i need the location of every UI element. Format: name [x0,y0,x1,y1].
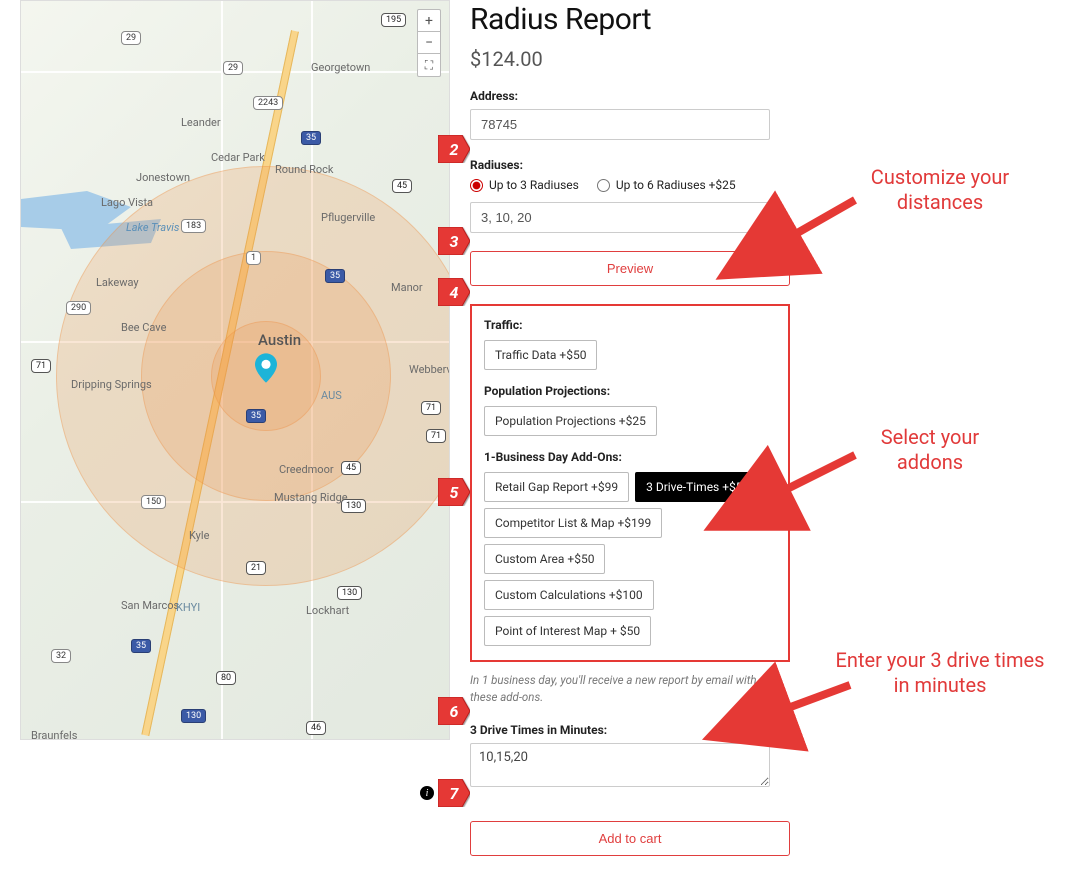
map[interactable]: Austin Georgetown Round Rock Pflugervill… [20,0,450,740]
chip-competitor[interactable]: Competitor List & Map +$199 [484,508,662,538]
map-label: Lockhart [306,604,349,617]
zoom-out-button[interactable]: − [418,32,440,54]
step-badge-5: 5 [438,478,470,506]
annotation-drivetimes: Enter your 3 drive times in minutes [835,648,1045,698]
route-badge: 195 [381,13,406,27]
address-label: Address: [470,89,810,103]
route-badge: 130 [181,709,206,723]
route-badge: 21 [246,561,266,575]
radiuses-opt-3[interactable]: Up to 3 Radiuses [470,178,579,192]
chip-traffic-data[interactable]: Traffic Data +$50 [484,340,597,370]
route-badge: 29 [121,31,141,45]
radiuses-opt-6[interactable]: Up to 6 Radiuses +$25 [597,178,736,192]
radio-label: Up to 6 Radiuses +$25 [616,178,736,192]
map-label: Braunfels [31,729,77,740]
map-zoom-controls: + − ⛶ [417,9,441,77]
route-badge: 45 [341,461,361,475]
map-label: Lake Travis [126,221,179,234]
arrow-icon [760,450,860,514]
map-label: Lago Vista [101,196,153,209]
route-badge: 35 [131,639,151,653]
addons-help-text: In 1 business day, you'll receive a new … [470,672,780,707]
fullscreen-button[interactable]: ⛶ [418,54,440,76]
add-to-cart-button[interactable]: Add to cart [470,821,790,856]
map-label: Dripping Springs [71,378,152,391]
route-badge: 46 [306,721,326,735]
route-badge: 35 [325,269,345,283]
traffic-label: Traffic: [484,318,776,332]
map-pin-icon [255,353,277,383]
step-badge-2: 2 [438,135,470,163]
route-badge: 35 [246,409,266,423]
radiuses-radio-6[interactable] [597,179,610,192]
route-badge: 130 [341,499,366,513]
chip-drive-times[interactable]: 3 Drive-Times +$50 [635,472,760,502]
zoom-in-button[interactable]: + [418,10,440,32]
map-label: Creedmoor [279,463,334,476]
route-badge: 1 [246,251,261,265]
route-badge: 32 [51,649,71,663]
step-badge-6: 6 [438,697,470,725]
route-badge: 150 [141,495,166,509]
step-badge-3: 3 [438,227,470,255]
arrow-icon [765,680,855,734]
route-badge: 71 [426,429,446,443]
route-badge: 45 [392,179,412,193]
page-title: Radius Report [470,2,810,37]
radiuses-input[interactable] [470,202,770,233]
map-label: Cedar Park [211,151,265,164]
chip-retail-gap[interactable]: Retail Gap Report +$99 [484,472,629,502]
addons-label: 1-Business Day Add-Ons: [484,450,776,464]
arrow-icon [770,195,860,259]
drivetimes-input[interactable] [470,743,770,787]
map-label-austin: Austin [258,331,301,349]
route-badge: 80 [216,671,236,685]
map-label: San Marcos [121,599,179,612]
map-label: Bee Cave [121,321,166,334]
map-label: Leander [181,116,221,129]
map-label: Georgetown [311,61,370,74]
chip-custom-calc[interactable]: Custom Calculations +$100 [484,580,654,610]
route-badge: 290 [66,301,91,315]
map-label: KHYI [176,601,200,614]
preview-button[interactable]: Preview [470,251,790,286]
route-badge: 130 [337,586,362,600]
step-badge-7: 7 [438,779,470,807]
map-label: Manor [391,281,423,294]
map-label: Pflugerville [321,211,375,224]
step-badge-4: 4 [438,278,470,306]
route-badge: 29 [223,61,243,75]
drivetimes-label: 3 Drive Times in Minutes: [470,723,810,737]
addons-box: Traffic: Traffic Data +$50 Population Pr… [470,304,790,662]
route-badge: 183 [181,219,206,233]
population-label: Population Projections: [484,384,776,398]
radiuses-label: Radiuses: [470,158,810,172]
annotation-addons: Select your addons [850,425,1010,475]
radio-label: Up to 3 Radiuses [489,178,579,192]
route-badge: 2243 [253,96,283,110]
chip-population[interactable]: Population Projections +$25 [484,406,657,436]
map-label: AUS [321,389,342,402]
map-label: Jonestown [136,171,190,184]
map-label: Kyle [189,529,209,542]
chip-poi-map[interactable]: Point of Interest Map + $50 [484,616,651,646]
map-label: Webberville [409,363,450,376]
map-label: Mustang Ridge [274,491,348,504]
annotation-distances: Customize your distances [850,165,1030,215]
route-badge: 71 [421,401,441,415]
address-input[interactable] [470,109,770,140]
radiuses-radio-3[interactable] [470,179,483,192]
route-badge: 71 [31,359,51,373]
route-badge: 35 [301,131,321,145]
map-label: Lakeway [96,276,139,289]
chip-custom-area[interactable]: Custom Area +$50 [484,544,605,574]
price-text: $124.00 [470,47,810,71]
map-label: Round Rock [275,163,334,176]
info-icon[interactable]: i [420,786,434,800]
